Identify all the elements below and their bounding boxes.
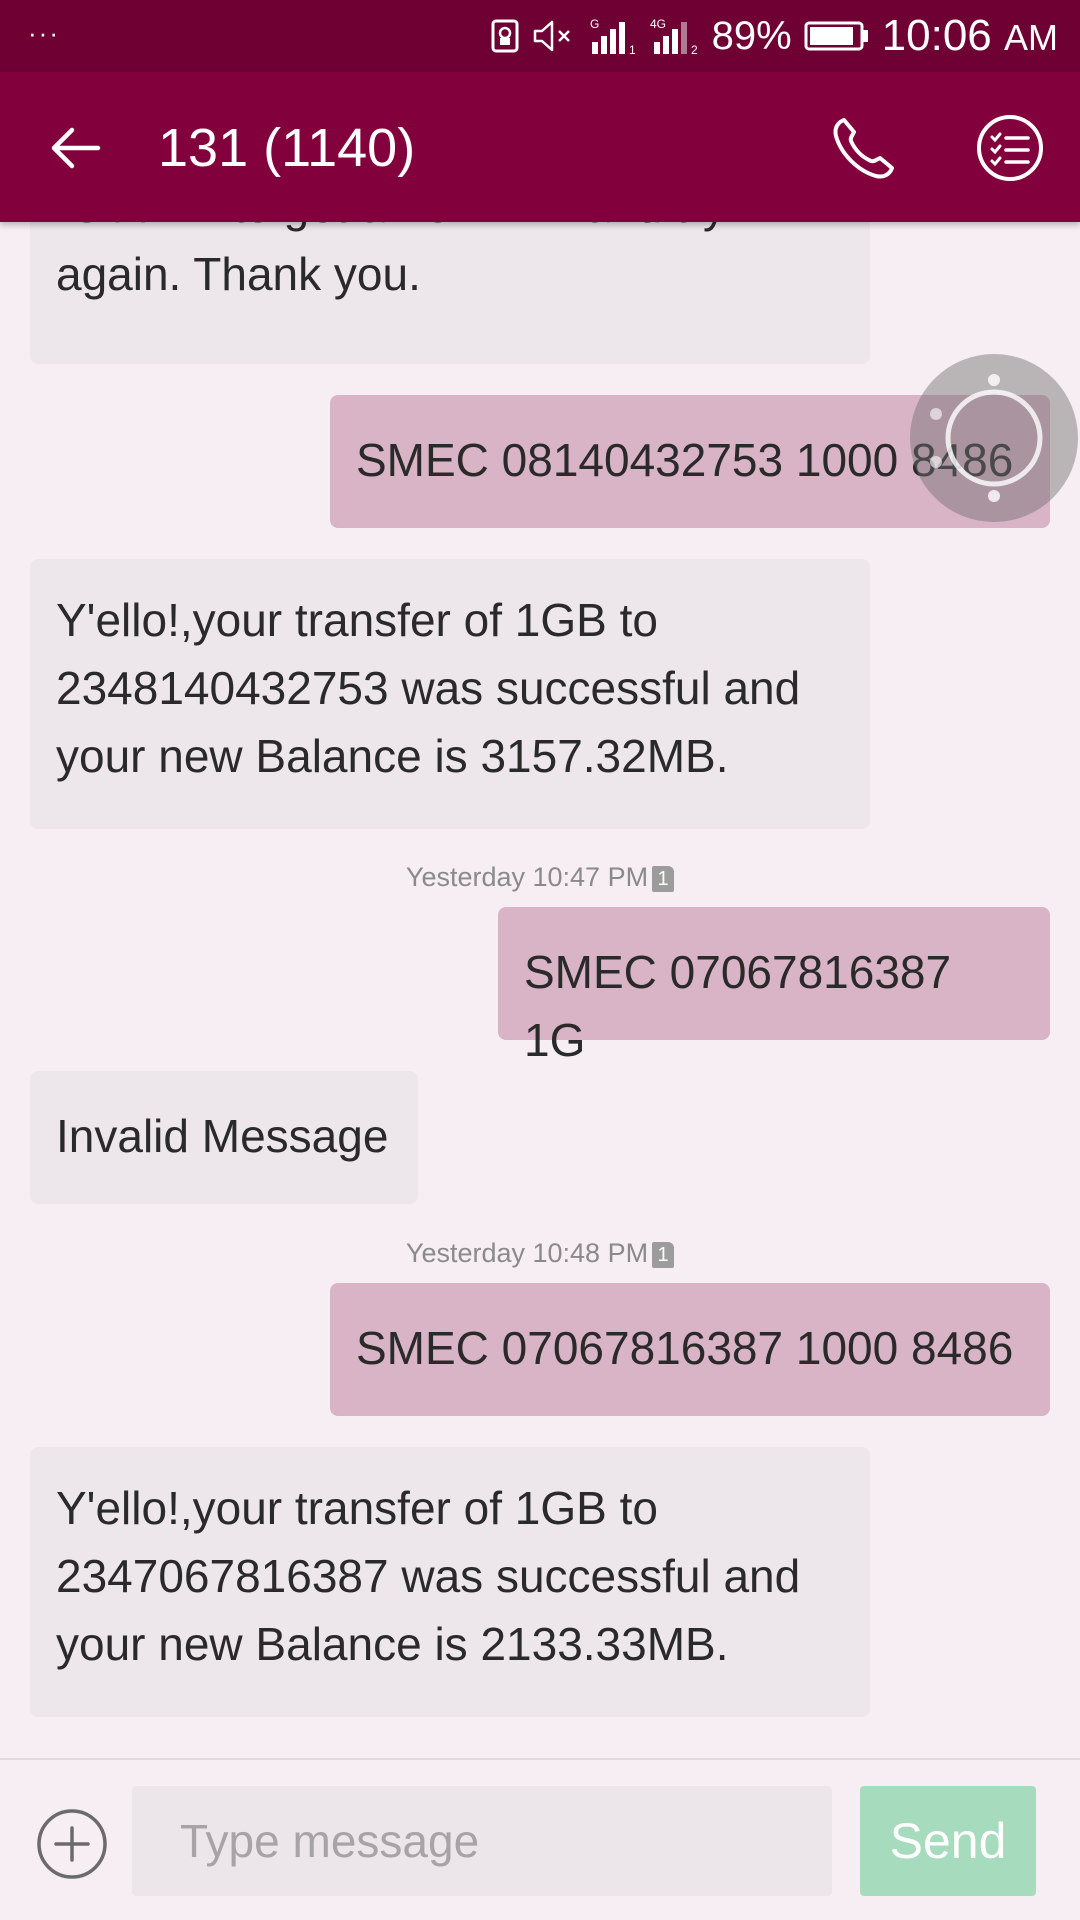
status-icons: G1 4G 2 89% 10:06 AM bbox=[490, 10, 1058, 62]
message-line: 2348140432753 was successful and bbox=[56, 662, 801, 714]
send-button[interactable]: Send bbox=[860, 1786, 1036, 1896]
svg-text:G: G bbox=[590, 17, 599, 31]
status-bar: ··· G1 4G 2 89% 10:06 AM bbox=[0, 0, 1080, 72]
mute-icon bbox=[532, 19, 576, 53]
notification-overflow-icon: ··· bbox=[28, 18, 60, 48]
status-clock: 10:06 AM bbox=[882, 11, 1058, 61]
message-line: again. Thank you. bbox=[56, 248, 421, 300]
incoming-message[interactable]: Y'ello!,your transfer of 1GB to 23481404… bbox=[30, 559, 870, 829]
plus-circle-icon bbox=[37, 1809, 107, 1879]
composer-bar: Send bbox=[0, 1758, 1080, 1920]
floating-assist-button[interactable] bbox=[910, 354, 1078, 522]
battery-percent: 89% bbox=[711, 13, 792, 58]
phone-icon bbox=[833, 118, 894, 179]
signal-sim2-icon: 4G 2 bbox=[650, 16, 700, 56]
arrow-left-icon bbox=[51, 127, 101, 169]
incoming-message[interactable]: Y'ello!,your transfer of 1GB to 23470678… bbox=[30, 1447, 870, 1717]
call-button[interactable] bbox=[828, 112, 900, 184]
message-timestamp: Yesterday 10:48 PM 1 bbox=[0, 1238, 1080, 1269]
timestamp-text: Yesterday 10:47 PM bbox=[405, 862, 649, 892]
attach-button[interactable] bbox=[36, 1808, 108, 1880]
checklist-icon bbox=[977, 115, 1043, 181]
message-input[interactable] bbox=[132, 1786, 832, 1896]
conversation-app-bar: 131 (1140) bbox=[0, 72, 1080, 222]
assistive-touch-icon bbox=[930, 374, 1043, 502]
signal-sim1-icon: G1 bbox=[588, 16, 638, 56]
svg-text:4G: 4G bbox=[650, 17, 666, 31]
clock-time: 10:06 bbox=[881, 11, 992, 60]
incoming-message[interactable]: *344*7# to get a new PIN and try again. … bbox=[30, 222, 870, 364]
svg-text:1: 1 bbox=[629, 43, 636, 56]
message-options-button[interactable] bbox=[974, 112, 1046, 184]
outgoing-message[interactable]: SMEC 07067816387 1000 8486 bbox=[330, 1283, 1050, 1416]
battery-icon bbox=[804, 19, 870, 53]
message-timestamp: Yesterday 10:47 PM 1 bbox=[0, 862, 1080, 893]
sim-card-icon: 1 bbox=[652, 1241, 675, 1268]
incoming-message[interactable]: Invalid Message bbox=[30, 1071, 418, 1204]
clock-ampm: AM bbox=[1004, 17, 1058, 58]
portrait-lock-icon bbox=[490, 19, 520, 53]
back-button[interactable] bbox=[44, 116, 108, 180]
message-text: SMEC 07067816387 1000 8486 bbox=[356, 1322, 1014, 1374]
message-line: Y'ello!,your transfer of 1GB to bbox=[56, 594, 658, 646]
message-line: your new Balance is 2133.33MB. bbox=[56, 1618, 729, 1670]
timestamp-text: Yesterday 10:48 PM bbox=[405, 1238, 649, 1268]
message-line: your new Balance is 3157.32MB. bbox=[56, 730, 729, 782]
message-text: Invalid Message bbox=[56, 1110, 389, 1162]
message-line: *344*7# to get a new PIN and try bbox=[56, 222, 844, 240]
message-line: 2347067816387 was successful and bbox=[56, 1550, 801, 1602]
svg-text:2: 2 bbox=[691, 43, 698, 56]
message-text: SMEC 07067816387 1G bbox=[524, 946, 952, 1066]
sim-card-icon: 1 bbox=[652, 865, 675, 892]
conversation-title: 131 (1140) bbox=[158, 118, 416, 178]
outgoing-message[interactable]: SMEC 07067816387 1G bbox=[498, 907, 1050, 1066]
message-line: Y'ello!,your transfer of 1GB to bbox=[56, 1482, 658, 1534]
